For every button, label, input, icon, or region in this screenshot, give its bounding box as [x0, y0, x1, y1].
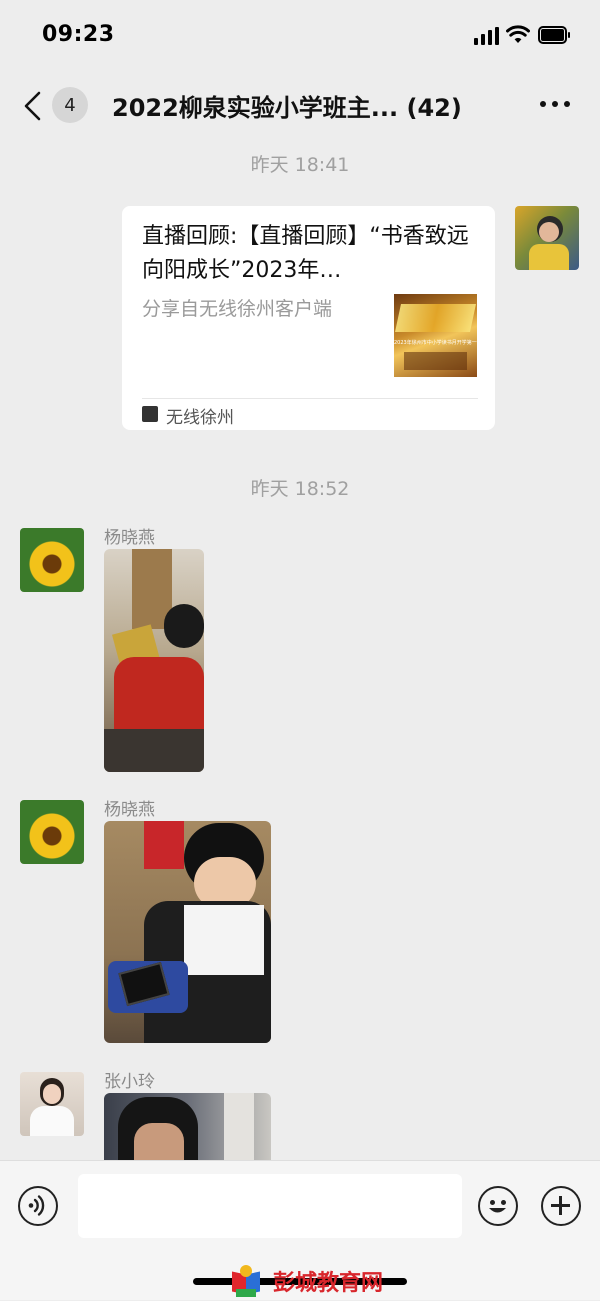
battery-icon	[538, 26, 570, 44]
sender-avatar[interactable]	[20, 800, 84, 864]
source-logo-icon	[142, 406, 158, 422]
watermark-logo-icon	[228, 1265, 268, 1301]
sender-name: 杨晓燕	[104, 800, 155, 820]
image-message[interactable]	[104, 549, 204, 772]
add-more-icon[interactable]	[541, 1186, 581, 1226]
signal-icon	[474, 27, 500, 45]
sender-name: 杨晓燕	[104, 528, 155, 548]
sender-avatar[interactable]	[20, 1072, 84, 1136]
back-chevron-icon[interactable]	[22, 91, 44, 121]
unread-count-badge[interactable]: 4	[52, 87, 88, 123]
card-divider	[142, 398, 478, 399]
message-input[interactable]	[78, 1174, 462, 1238]
input-toolbar: 彭城教育网	[0, 1160, 600, 1300]
link-card-source: 无线徐州	[166, 408, 234, 428]
link-card-message[interactable]: 直播回顾:【直播回顾】“书香致远 向阳成长”2023年… 分享自无线徐州客户端 …	[122, 206, 495, 430]
image-message[interactable]	[104, 1093, 271, 1160]
sender-avatar[interactable]	[20, 528, 84, 592]
chat-title: 2022柳泉实验小学班主... (42)	[112, 94, 462, 122]
image-message[interactable]	[104, 821, 271, 1043]
emoji-icon[interactable]	[478, 1186, 518, 1226]
timestamp-label: 昨天 18:41	[250, 154, 350, 176]
status-time: 09:23	[42, 22, 115, 47]
link-card-description: 分享自无线徐州客户端	[142, 298, 333, 320]
my-avatar[interactable]	[515, 206, 579, 270]
link-card-thumbnail: 2023年徐州市中小学读书月开学第一课	[394, 294, 477, 377]
timestamp-label: 昨天 18:52	[250, 478, 350, 500]
watermark-text: 彭城教育网	[273, 1271, 384, 1296]
wifi-icon	[506, 25, 530, 43]
sender-name: 张小玲	[104, 1072, 155, 1092]
more-options-icon[interactable]	[540, 101, 570, 107]
thumbnail-caption: 2023年徐州市中小学读书月开学第一课	[394, 340, 477, 346]
link-card-title: 直播回顾:【直播回顾】“书香致远 向阳成长”2023年…	[142, 224, 469, 283]
voice-input-icon[interactable]	[18, 1186, 58, 1226]
